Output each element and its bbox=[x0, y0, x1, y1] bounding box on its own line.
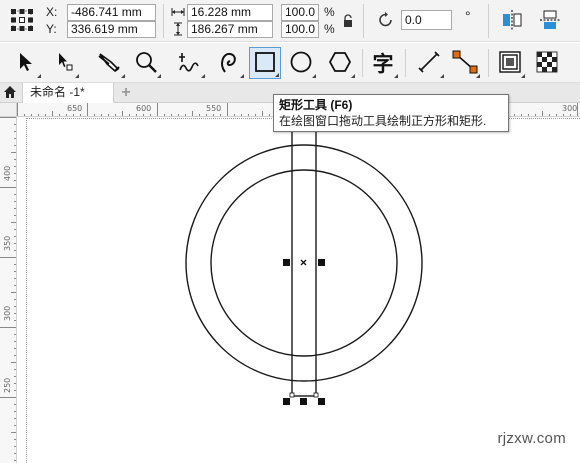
magnifier-icon bbox=[134, 50, 158, 77]
text-icon: 字 bbox=[372, 52, 394, 76]
object-origin-icon[interactable] bbox=[9, 7, 35, 36]
rectangle-tool[interactable] bbox=[249, 47, 281, 79]
freehand-tool[interactable] bbox=[174, 47, 206, 79]
flyout-indicator bbox=[240, 74, 244, 78]
flyout-indicator bbox=[275, 73, 279, 77]
selection-handle[interactable] bbox=[318, 398, 325, 405]
shadow-tool[interactable] bbox=[494, 47, 526, 79]
flyout-indicator bbox=[121, 74, 125, 78]
flyout-indicator bbox=[476, 74, 480, 78]
center-marker bbox=[300, 259, 307, 266]
tooltip-title: 矩形工具 (F6) bbox=[279, 98, 353, 112]
mirror-horizontal-icon[interactable] bbox=[500, 8, 524, 35]
ruler-label: 300 bbox=[562, 104, 578, 113]
rotate-icon bbox=[377, 11, 395, 32]
y-position-field[interactable]: 336.619 mm bbox=[67, 21, 156, 38]
flyout-indicator bbox=[201, 74, 205, 78]
artistic-media-tool[interactable] bbox=[213, 47, 245, 79]
tooltip-description: 在绘图窗口拖动工具绘制正方形和矩形. bbox=[279, 114, 487, 128]
scale-x-percent: % bbox=[324, 5, 335, 19]
connector-icon bbox=[452, 50, 478, 77]
flyout-indicator bbox=[157, 74, 161, 78]
transparency-tool[interactable] bbox=[531, 47, 563, 79]
watermark: rjzxw.com bbox=[497, 430, 566, 447]
home-icon bbox=[3, 85, 17, 102]
connector-tool[interactable] bbox=[449, 47, 481, 79]
flyout-indicator bbox=[521, 74, 525, 78]
selection-handle[interactable] bbox=[318, 259, 325, 266]
flyout-indicator bbox=[394, 74, 398, 78]
x-position-field[interactable]: -486.741 mm bbox=[67, 4, 156, 21]
corner-node[interactable] bbox=[289, 392, 295, 398]
scale-y-field[interactable]: 100.0 bbox=[281, 21, 319, 38]
ruler-label: 350 bbox=[3, 235, 12, 251]
text-tool[interactable]: 字 bbox=[367, 47, 399, 79]
ruler-label: 650 bbox=[67, 104, 83, 113]
knife-icon bbox=[97, 50, 123, 77]
width-icon bbox=[171, 6, 185, 21]
ruler-label: 250 bbox=[3, 377, 12, 393]
shadow-icon bbox=[498, 50, 522, 77]
mirror-vertical-icon[interactable] bbox=[538, 8, 562, 35]
degree-symbol: ° bbox=[465, 8, 471, 24]
divider bbox=[405, 49, 406, 77]
rotation-angle-field[interactable]: 0.0 bbox=[401, 10, 452, 30]
pick-tool[interactable] bbox=[10, 47, 42, 79]
arrow-icon bbox=[16, 51, 36, 76]
hexagon-icon bbox=[328, 50, 352, 77]
selection-handle[interactable] bbox=[283, 259, 290, 266]
new-document-button[interactable]: + bbox=[116, 84, 136, 102]
divider bbox=[488, 4, 489, 38]
flyout-indicator bbox=[75, 74, 79, 78]
welcome-screen-button[interactable] bbox=[0, 83, 20, 103]
dimension-line-icon bbox=[417, 50, 441, 77]
divider bbox=[488, 49, 489, 77]
ruler-label: 400 bbox=[3, 165, 12, 181]
corner-node[interactable] bbox=[313, 392, 319, 398]
selection-handle[interactable] bbox=[300, 398, 307, 405]
polygon-tool[interactable] bbox=[324, 47, 356, 79]
ellipse-tool[interactable] bbox=[285, 47, 317, 79]
flyout-indicator bbox=[351, 74, 355, 78]
scale-y-percent: % bbox=[324, 22, 335, 36]
document-tab-title: 未命名 -1* bbox=[30, 85, 85, 99]
ruler-origin[interactable] bbox=[0, 103, 17, 117]
lock-ratio-icon[interactable] bbox=[342, 14, 354, 31]
crop-tool[interactable] bbox=[94, 47, 126, 79]
vertical-ruler[interactable]: 400 350 300 250 bbox=[0, 117, 17, 463]
flyout-indicator bbox=[440, 74, 444, 78]
ruler-label: 550 bbox=[206, 104, 222, 113]
ruler-label: 300 bbox=[3, 305, 12, 321]
divider bbox=[163, 4, 164, 38]
height-icon bbox=[172, 22, 184, 39]
scale-x-field[interactable]: 100.0 bbox=[281, 4, 319, 21]
selection-handle[interactable] bbox=[283, 398, 290, 405]
ruler-label: 600 bbox=[136, 104, 152, 113]
document-tab[interactable]: 未命名 -1* bbox=[22, 83, 114, 103]
shape-tool[interactable] bbox=[48, 47, 80, 79]
flyout-indicator bbox=[312, 74, 316, 78]
property-bar: X: Y: -486.741 mm 336.619 mm 16.228 mm 1… bbox=[0, 0, 580, 42]
y-label: Y: bbox=[46, 22, 57, 36]
height-field[interactable]: 186.267 mm bbox=[187, 21, 273, 38]
selected-rectangle[interactable] bbox=[291, 121, 317, 397]
divider bbox=[362, 49, 363, 77]
width-field[interactable]: 16.228 mm bbox=[187, 4, 273, 21]
shape-edit-icon bbox=[53, 51, 75, 76]
drawing-canvas[interactable] bbox=[18, 118, 580, 463]
drawing-objects bbox=[185, 121, 423, 405]
parallel-dimension-tool[interactable] bbox=[413, 47, 445, 79]
checker-icon bbox=[535, 50, 559, 77]
rectangle-icon bbox=[253, 50, 277, 77]
zoom-tool[interactable] bbox=[130, 47, 162, 79]
x-label: X: bbox=[46, 5, 58, 19]
rectangle-tool-tooltip: 矩形工具 (F6) 在绘图窗口拖动工具绘制正方形和矩形. bbox=[273, 94, 509, 132]
divider bbox=[363, 4, 364, 38]
freehand-icon bbox=[177, 50, 203, 77]
brush-curve-icon bbox=[217, 50, 241, 77]
ellipse-icon bbox=[289, 50, 313, 77]
toolbox: 字 bbox=[0, 43, 580, 83]
flyout-indicator bbox=[37, 74, 41, 78]
